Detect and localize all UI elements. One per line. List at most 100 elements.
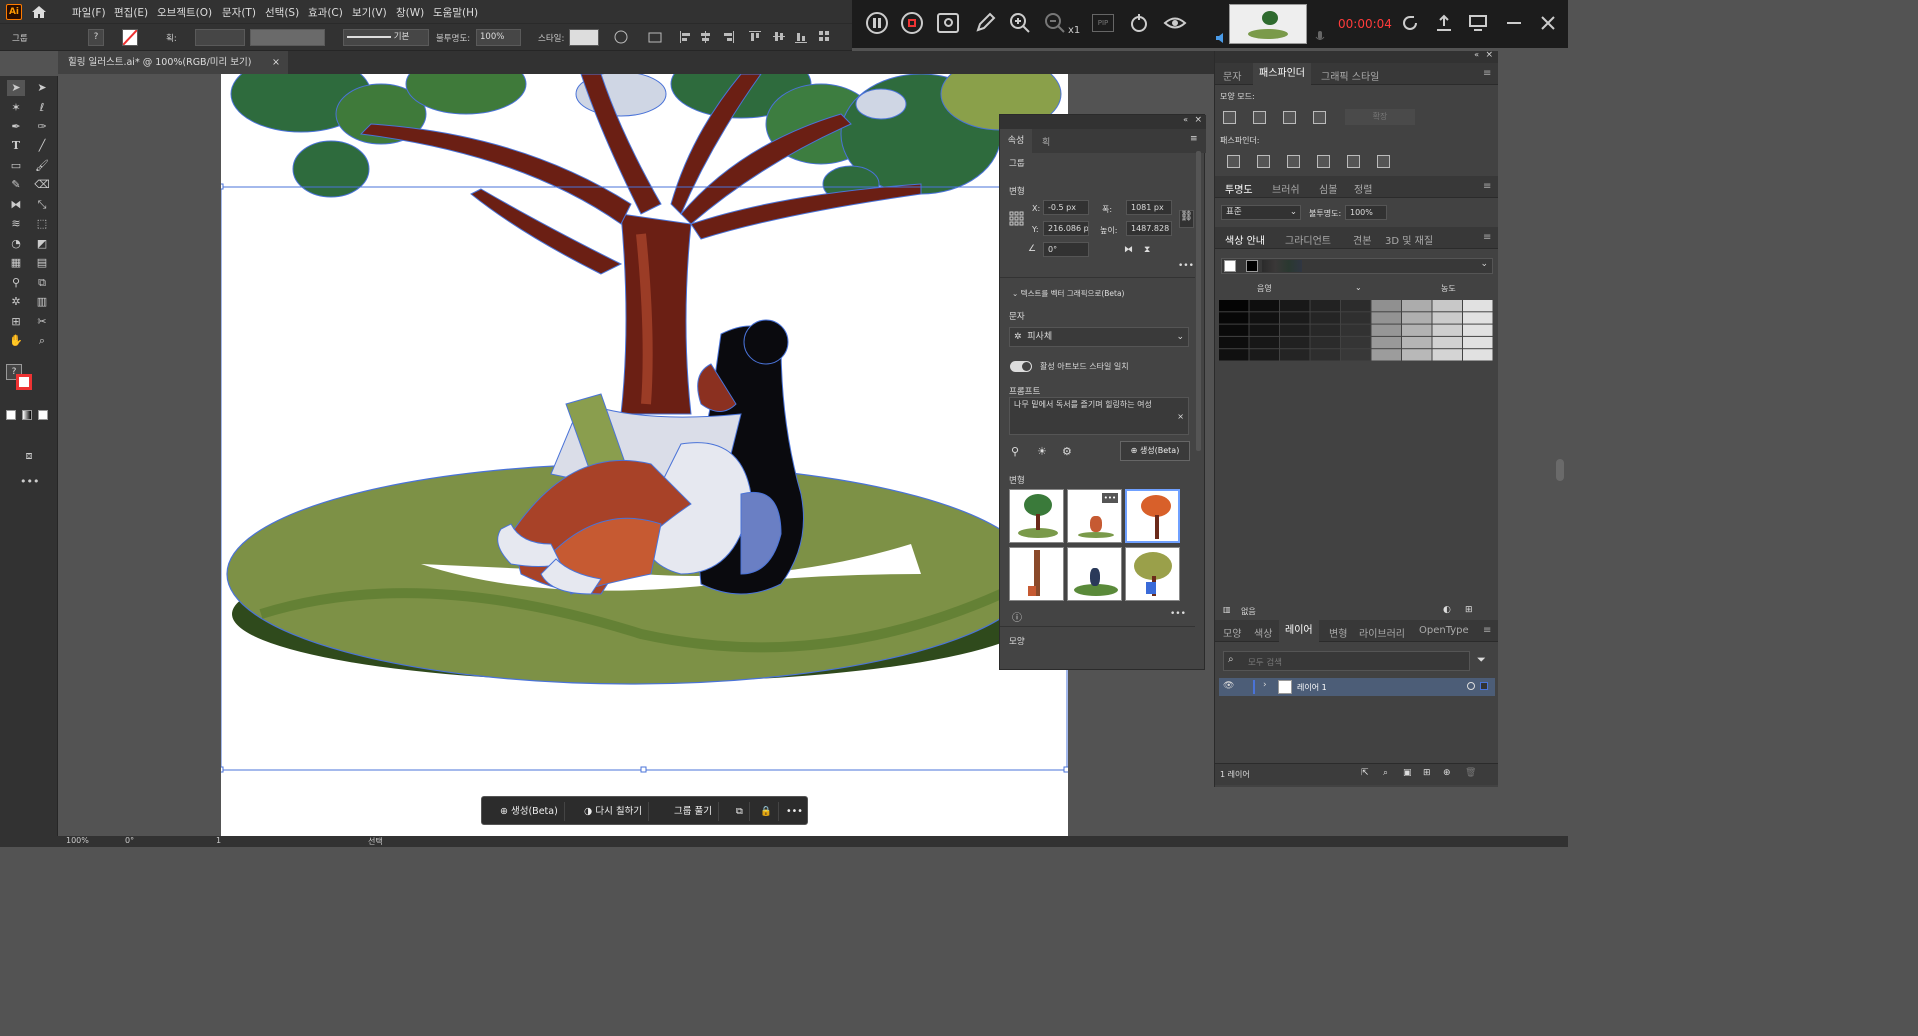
artboard[interactable] <box>217 74 1070 836</box>
color-swatch[interactable] <box>1463 324 1493 336</box>
screen-mode-icon[interactable]: ⧈ <box>20 448 38 464</box>
crop-icon[interactable] <box>1317 155 1330 168</box>
color-swatch[interactable] <box>1249 349 1280 361</box>
direct-selection-tool-icon[interactable]: ➤ <box>33 80 51 96</box>
new-sublayer-icon[interactable]: ⊞ <box>1423 768 1431 778</box>
mic-icon[interactable] <box>1314 30 1326 44</box>
panel-menu-icon[interactable]: ≡ <box>1483 232 1491 243</box>
tab-transparency[interactable]: 투명도 <box>1225 181 1253 196</box>
height-field[interactable]: 1487.828 <box>1126 221 1172 236</box>
perspective-grid-tool-icon[interactable]: ◩ <box>33 236 51 252</box>
zoom-level[interactable]: 100% <box>66 836 89 845</box>
color-swatch[interactable] <box>1219 312 1249 324</box>
reflect-tool-icon[interactable]: ⧓ <box>7 197 25 213</box>
mesh-tool-icon[interactable]: ▦ <box>7 255 25 271</box>
shape-builder-tool-icon[interactable]: ◔ <box>7 236 25 252</box>
menu-select[interactable]: 선택(S) <box>265 5 299 20</box>
tab-pathfinder[interactable]: 패스파인더 <box>1253 63 1311 85</box>
gradient-tool-icon[interactable]: ▤ <box>33 255 51 271</box>
save-swatches-icon[interactable]: ⊞ <box>1465 605 1473 615</box>
line-tool-icon[interactable]: ╱ <box>33 138 51 154</box>
blend-mode-select[interactable]: 표준 ⌄ <box>1221 205 1301 220</box>
tab-symbols[interactable]: 심볼 <box>1319 181 1337 196</box>
artboard-tool-icon[interactable]: ⊞ <box>7 314 25 330</box>
color-swatch[interactable] <box>1402 336 1432 349</box>
width-field[interactable]: 1081 px <box>1126 200 1172 215</box>
duplicate-icon[interactable]: ⧉ <box>730 802 750 821</box>
align-buttons[interactable] <box>678 30 838 44</box>
variation-thumb-1[interactable] <box>1009 489 1064 543</box>
tab-3d-materials[interactable]: 3D 및 재질 <box>1385 232 1433 247</box>
angle-field[interactable]: 0° <box>1043 242 1089 257</box>
magic-wand-tool-icon[interactable]: ✶ <box>7 100 25 116</box>
filter-icon[interactable]: ⏷ <box>1477 653 1486 667</box>
tab-brushes[interactable]: 브러쉬 <box>1272 181 1300 196</box>
vertical-scrollbar[interactable] <box>1556 459 1564 481</box>
properties-scrollbar[interactable] <box>1196 151 1201 451</box>
variation-thumb-4[interactable] <box>1009 547 1064 601</box>
color-wheel-icon[interactable]: ◐ <box>1443 605 1451 615</box>
color-swatch[interactable] <box>1341 312 1371 324</box>
color-swatch[interactable] <box>1310 312 1341 324</box>
variation-thumb-6[interactable] <box>1125 547 1180 601</box>
menu-file[interactable]: 파일(F) <box>72 5 106 20</box>
pen-tool-icon[interactable]: ✒ <box>7 119 25 135</box>
free-transform-tool-icon[interactable]: ⬚ <box>33 216 51 232</box>
tab-gradient[interactable]: 그라디언트 <box>1285 232 1331 247</box>
color-swatch[interactable] <box>1310 336 1341 349</box>
curvature-tool-icon[interactable]: ✑ <box>33 119 51 135</box>
panel-menu-icon[interactable]: ≡ <box>1190 134 1198 144</box>
export-layer-icon[interactable]: ⇱ <box>1361 768 1369 778</box>
selection-handle[interactable] <box>217 183 224 190</box>
color-swatch[interactable] <box>1341 324 1371 336</box>
pencil-icon[interactable] <box>974 12 996 34</box>
tab-properties[interactable]: 속성 <box>1000 129 1032 153</box>
panel-menu-icon[interactable]: ≡ <box>1483 181 1491 192</box>
eyedropper-tool-icon[interactable]: ⚲ <box>7 275 25 291</box>
color-swatch[interactable] <box>1371 349 1402 361</box>
selection-handle[interactable] <box>1063 766 1070 773</box>
panel-menu-icon[interactable]: ≡ <box>1483 625 1491 636</box>
variable-width-field[interactable] <box>250 29 325 46</box>
blend-tool-icon[interactable]: ⧉ <box>33 275 51 291</box>
color-swatch[interactable] <box>1310 300 1341 312</box>
minimize-icon[interactable] <box>1504 13 1524 33</box>
eye-icon[interactable] <box>1163 12 1187 34</box>
color-swatch[interactable] <box>1341 300 1371 312</box>
stroke-swatch[interactable] <box>122 29 138 46</box>
pause-icon[interactable] <box>866 12 888 34</box>
outline-icon[interactable] <box>1347 155 1360 168</box>
export-icon[interactable] <box>1434 13 1454 33</box>
tab-transform[interactable]: 변형 <box>1329 625 1347 640</box>
more-icon[interactable]: ••• <box>780 802 809 821</box>
close-tab-icon[interactable]: × <box>272 51 280 74</box>
rotation-value[interactable]: 0° <box>125 836 134 845</box>
merge-icon[interactable] <box>1287 155 1300 168</box>
color-swatch[interactable] <box>1432 300 1463 312</box>
menu-object[interactable]: 오브젝트(O) <box>157 5 212 20</box>
tab-layers[interactable]: 레이어 <box>1279 620 1319 642</box>
color-swatch[interactable] <box>1402 324 1432 336</box>
color-swatch[interactable] <box>1280 300 1310 312</box>
scale-tool-icon[interactable]: ⤡ <box>33 197 51 213</box>
tab-character[interactable]: 문자 <box>1223 68 1241 83</box>
type-select[interactable]: ✲ 피사체 ⌄ <box>1009 327 1189 347</box>
more-options-icon[interactable]: ••• <box>1178 261 1194 271</box>
opacity-field[interactable]: 100% <box>1345 205 1387 220</box>
color-swatch[interactable] <box>1310 324 1341 336</box>
selection-handle[interactable] <box>217 766 224 773</box>
lasso-tool-icon[interactable]: ℓ <box>33 100 51 116</box>
target-icon[interactable] <box>1467 682 1475 690</box>
color-swatch[interactable] <box>1249 300 1280 312</box>
selection-handle[interactable] <box>640 766 647 773</box>
color-swatch[interactable] <box>1249 324 1280 336</box>
variation-thumb-2[interactable]: ••• <box>1067 489 1122 543</box>
selection-tool-icon[interactable]: ➤ <box>7 80 25 96</box>
color-swatch[interactable] <box>1280 336 1310 349</box>
touch-icon[interactable] <box>1128 12 1150 34</box>
fill-stroke-widget[interactable]: ? <box>6 364 32 390</box>
window-icon[interactable] <box>1468 13 1488 33</box>
speaker-icon[interactable] <box>1215 32 1227 44</box>
tab-swatches[interactable]: 견본 <box>1353 232 1371 247</box>
reference-point-icon[interactable] <box>1009 211 1024 226</box>
